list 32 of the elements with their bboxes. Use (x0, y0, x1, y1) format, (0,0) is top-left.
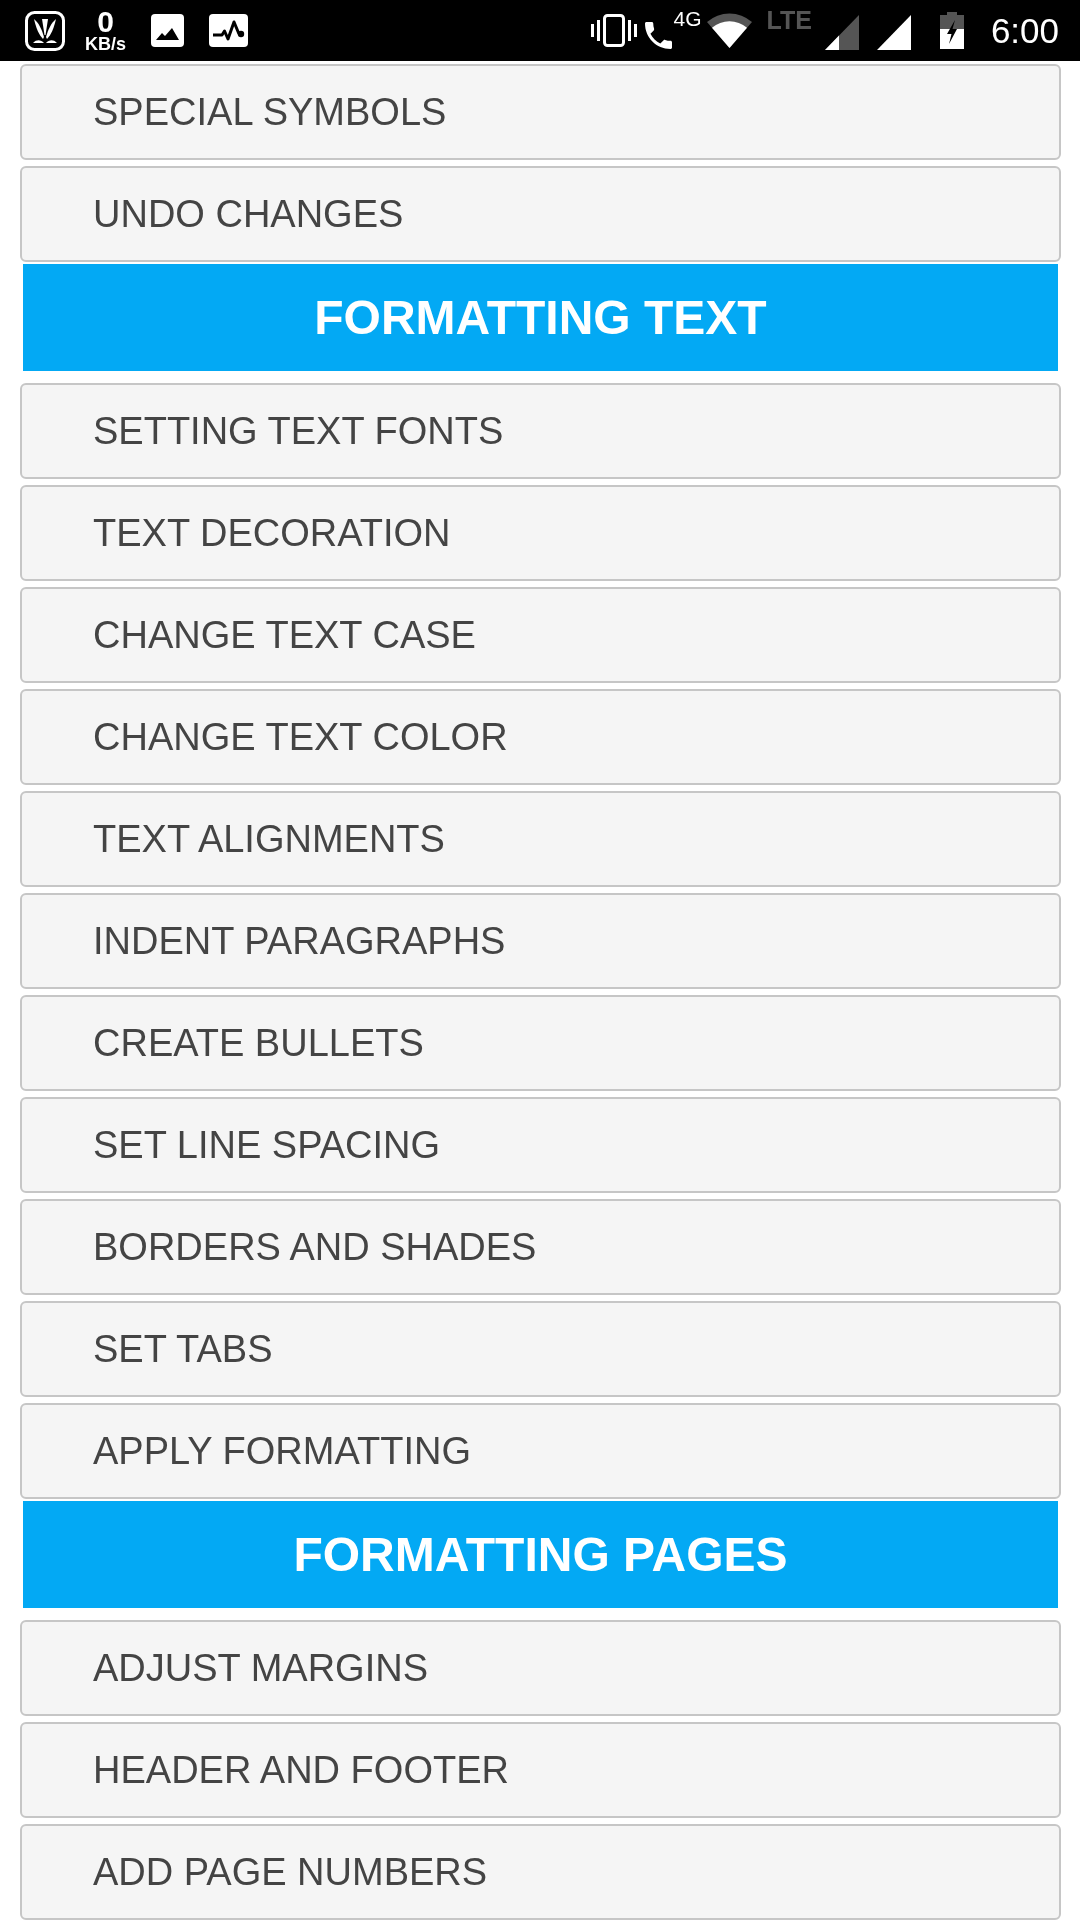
topic-item[interactable]: TEXT ALIGNMENTS (20, 791, 1061, 887)
topic-item[interactable]: HEADER AND FOOTER (20, 1722, 1061, 1818)
topic-item[interactable]: ADJUST MARGINS (20, 1620, 1061, 1716)
phone-icon (645, 22, 673, 49)
network-speed-unit: KB/s (85, 34, 126, 53)
network-speed-value: 0 (97, 8, 114, 35)
topic-item[interactable]: INDENT PARAGRAPHS (20, 893, 1061, 989)
topic-item[interactable]: TEXT DECORATION (20, 485, 1061, 581)
call-network-label: 4G (673, 8, 702, 30)
section-header: FORMATTING TEXT (23, 264, 1058, 371)
topic-item[interactable]: SET TABS (20, 1301, 1061, 1397)
topic-item[interactable]: CHANGE TEXT COLOR (20, 689, 1061, 785)
topic-item[interactable]: SET LINE SPACING (20, 1097, 1061, 1193)
topic-item[interactable]: APPLY FORMATTING (20, 1403, 1061, 1499)
topic-item[interactable]: CREATE BULLETS (20, 995, 1061, 1091)
mobile-data-label: LTE (766, 8, 812, 32)
app-logo-icon (25, 10, 65, 51)
topic-item[interactable]: ADD PAGE NUMBERS (20, 1824, 1061, 1920)
vibrate-icon (591, 14, 638, 47)
signal-icon (876, 15, 911, 50)
section-header: FORMATTING PAGES (23, 1501, 1058, 1608)
wifi-icon (706, 13, 752, 48)
topic-item[interactable]: SETTING TEXT FONTS (20, 383, 1061, 479)
clock-time: 6:00 (990, 10, 1059, 51)
battery-charging-icon (939, 12, 964, 49)
topic-item[interactable]: BORDERS AND SHADES (20, 1199, 1061, 1295)
topic-item[interactable]: SPECIAL SYMBOLS (20, 64, 1061, 160)
activity-icon (209, 14, 248, 47)
signal-icon (824, 15, 859, 50)
topic-item[interactable]: UNDO CHANGES (20, 166, 1061, 262)
image-icon (151, 14, 184, 47)
topic-item[interactable]: CHANGE TEXT CASE (20, 587, 1061, 683)
